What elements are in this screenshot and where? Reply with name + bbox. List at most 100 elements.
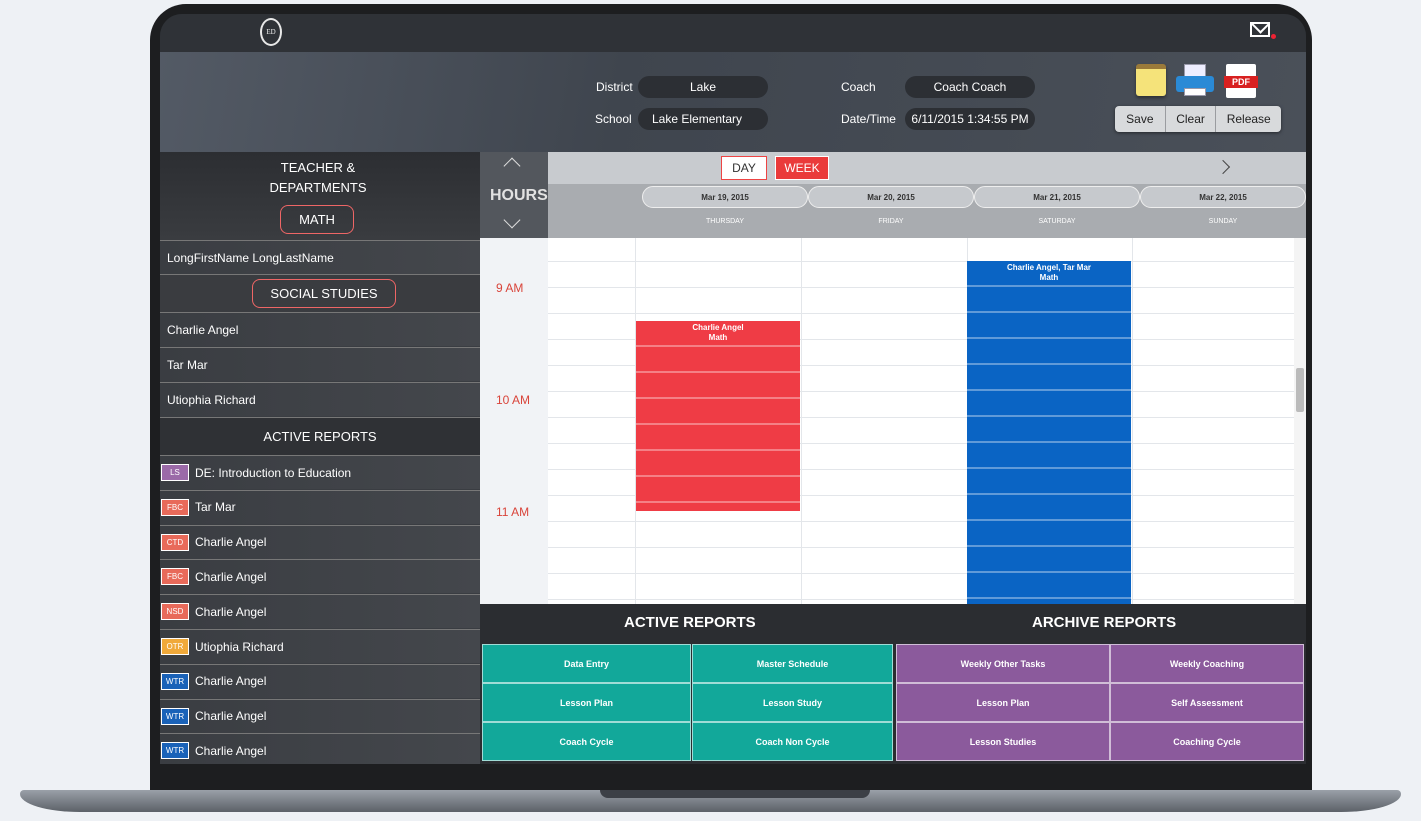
day-view-button[interactable]: DAY bbox=[721, 156, 767, 180]
active-report-item[interactable]: LS DE: Introduction to Education bbox=[160, 455, 480, 489]
clear-button[interactable]: Clear bbox=[1166, 106, 1217, 132]
grid-line bbox=[548, 521, 1294, 522]
calendar-grid: 9 AM 10 AM 11 AM Charlie Angel Math Char… bbox=[480, 238, 1306, 604]
report-tile[interactable]: Lesson Studies bbox=[896, 722, 1110, 761]
active-report-item[interactable]: FBC Tar Mar bbox=[160, 489, 480, 524]
day-name: FRIDAY bbox=[878, 218, 904, 225]
report-type-badge: FBC bbox=[161, 498, 189, 516]
report-tile[interactable]: Lesson Plan bbox=[896, 683, 1110, 722]
report-type-badge: WTR bbox=[161, 742, 189, 760]
report-tile[interactable]: Lesson Plan bbox=[482, 683, 691, 722]
grid-column-line bbox=[1132, 238, 1133, 604]
date-header[interactable]: Mar 19, 2015 bbox=[642, 186, 808, 208]
school-label: School bbox=[595, 112, 632, 126]
notification-dot bbox=[1271, 34, 1276, 39]
day-name: SUNDAY bbox=[1208, 218, 1238, 225]
report-type-badge: WTR bbox=[161, 672, 189, 690]
save-button[interactable]: Save bbox=[1115, 106, 1166, 132]
laptop-frame: ED District Lake School Lake Elementary … bbox=[0, 0, 1421, 821]
laptop-notch bbox=[600, 790, 870, 798]
report-tile[interactable]: Coaching Cycle bbox=[1110, 722, 1304, 761]
event-title: Charlie Angel, Tar Mar bbox=[1006, 263, 1092, 272]
view-toolbar: DAY WEEK bbox=[548, 152, 1306, 184]
datetime-field[interactable]: 6/11/2015 1:34:55 PM bbox=[905, 108, 1035, 130]
report-name: Charlie Angel bbox=[195, 709, 267, 724]
calendar-event[interactable]: Charlie Angel Math bbox=[636, 321, 800, 511]
week-view-button[interactable]: WEEK bbox=[775, 156, 829, 180]
coach-label: Coach bbox=[841, 80, 876, 94]
printer-icon[interactable] bbox=[1176, 64, 1214, 98]
scrollbar-thumb[interactable] bbox=[1296, 368, 1304, 412]
report-tile[interactable]: Coach Cycle bbox=[482, 722, 691, 761]
report-tile[interactable]: Weekly Other Tasks bbox=[896, 644, 1110, 683]
report-name: Charlie Angel bbox=[195, 674, 267, 689]
grid-line bbox=[548, 287, 1294, 288]
report-name: Charlie Angel bbox=[195, 604, 267, 619]
teacher-item[interactable]: Utiophia Richard bbox=[160, 382, 480, 416]
event-subtitle: Math bbox=[708, 333, 728, 342]
report-name: Utiophia Richard bbox=[195, 639, 284, 654]
active-report-item[interactable]: NSD Charlie Angel bbox=[160, 594, 480, 629]
release-button[interactable]: Release bbox=[1216, 106, 1281, 132]
active-report-item[interactable]: CTD Charlie Angel bbox=[160, 524, 480, 559]
pdf-icon[interactable]: PDF bbox=[1224, 64, 1258, 98]
report-name: Charlie Angel bbox=[195, 535, 267, 550]
school-select[interactable]: Lake Elementary bbox=[638, 108, 768, 130]
active-report-item[interactable]: FBC Charlie Angel bbox=[160, 559, 480, 594]
report-tile[interactable]: Weekly Coaching bbox=[1110, 644, 1304, 683]
grid-line bbox=[548, 573, 1294, 574]
hour-label: 9 AM bbox=[496, 281, 524, 295]
district-label: District bbox=[596, 80, 633, 94]
date-header[interactable]: Mar 22, 2015 bbox=[1140, 186, 1306, 208]
report-name: DE: Introduction to Education bbox=[195, 465, 352, 480]
active-reports-heading: ACTIVE REPORTS bbox=[160, 417, 480, 455]
active-report-item[interactable]: WTR Charlie Angel bbox=[160, 698, 480, 733]
hour-label: 10 AM bbox=[496, 393, 531, 407]
active-report-item[interactable]: OTR Utiophia Richard bbox=[160, 629, 480, 663]
sidebar: TEACHER & DEPARTMENTS MATH LongFirstName… bbox=[160, 152, 480, 764]
mail-icon[interactable] bbox=[1250, 22, 1270, 37]
day-name: SATURDAY bbox=[1038, 218, 1076, 225]
grid-column-line bbox=[801, 238, 802, 604]
report-type-badge: WTR bbox=[161, 707, 189, 725]
report-type-badge: NSD bbox=[161, 603, 189, 621]
report-tile[interactable]: Coach Non Cycle bbox=[692, 722, 893, 761]
top-bar: ED bbox=[160, 14, 1306, 52]
event-subtitle: Math bbox=[1039, 273, 1059, 282]
teacher-item[interactable]: LongFirstName LongLastName bbox=[160, 240, 480, 274]
teacher-item[interactable]: Tar Mar bbox=[160, 347, 480, 381]
chevron-up-icon[interactable] bbox=[503, 157, 521, 175]
dept-social-studies[interactable]: SOCIAL STUDIES bbox=[252, 279, 396, 308]
report-tile[interactable]: Lesson Study bbox=[692, 683, 893, 722]
chevron-down-icon[interactable] bbox=[503, 211, 521, 229]
date-header[interactable]: Mar 20, 2015 bbox=[808, 186, 974, 208]
report-tile[interactable]: Master Schedule bbox=[692, 644, 893, 683]
calendar-event[interactable]: Charlie Angel, Tar Mar Math bbox=[967, 261, 1131, 604]
dept-math[interactable]: MATH bbox=[280, 205, 354, 234]
datetime-label: Date/Time bbox=[841, 112, 896, 126]
calendar-scrollbar[interactable] bbox=[1294, 238, 1306, 604]
reports-panel: ACTIVE REPORTS ARCHIVE REPORTS Data Entr… bbox=[480, 604, 1306, 764]
calendar-header: HOURS DAY WEEK Mar 19, 2015 Mar 20, 2015… bbox=[480, 152, 1306, 238]
report-tile[interactable]: Self Assessment bbox=[1110, 683, 1304, 722]
report-type-badge: FBC bbox=[161, 568, 189, 586]
report-tile[interactable]: Data Entry bbox=[482, 644, 691, 683]
logo-icon[interactable]: ED bbox=[260, 18, 282, 46]
day-name: THURSDAY bbox=[706, 218, 744, 225]
notepad-icon[interactable] bbox=[1136, 64, 1166, 96]
coach-field[interactable]: Coach Coach bbox=[905, 76, 1035, 98]
report-type-badge: LS bbox=[161, 464, 189, 481]
dept-row: SOCIAL STUDIES bbox=[160, 274, 480, 312]
active-report-item[interactable]: WTR Charlie Angel bbox=[160, 733, 480, 764]
hours-label: HOURS bbox=[490, 187, 548, 204]
teacher-item[interactable]: Charlie Angel bbox=[160, 312, 480, 346]
event-title: Charlie Angel bbox=[692, 323, 744, 332]
sidebar-title: TEACHER & DEPARTMENTS bbox=[269, 160, 367, 195]
active-report-item[interactable]: WTR Charlie Angel bbox=[160, 663, 480, 698]
active-reports-title: ACTIVE REPORTS bbox=[624, 614, 756, 631]
teacher-departments-header: TEACHER & DEPARTMENTS MATH bbox=[160, 152, 480, 240]
chevron-right-icon[interactable] bbox=[1215, 159, 1231, 175]
date-header[interactable]: Mar 21, 2015 bbox=[974, 186, 1140, 208]
report-name: Charlie Angel bbox=[195, 743, 267, 758]
district-field[interactable]: Lake bbox=[638, 76, 768, 98]
